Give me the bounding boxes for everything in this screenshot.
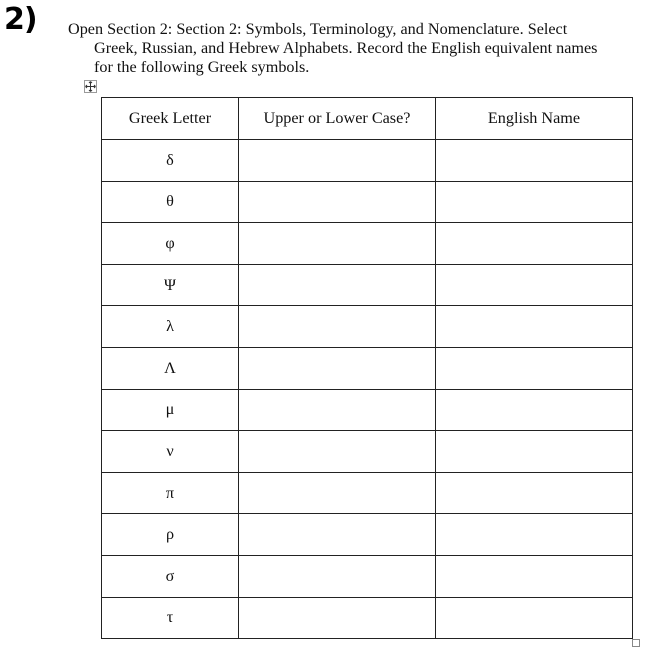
instructions-line-2: Greek, Russian, and Hebrew Alphabets. Re… bbox=[94, 39, 598, 57]
table-row: λ bbox=[101, 305, 633, 348]
case-answer-cell[interactable] bbox=[238, 305, 436, 348]
greek-letter-cell: τ bbox=[101, 596, 239, 640]
case-answer-cell[interactable] bbox=[238, 513, 436, 556]
greek-letter-cell: π bbox=[101, 471, 239, 515]
english-name-answer-cell[interactable] bbox=[435, 388, 633, 432]
english-name-answer-cell[interactable] bbox=[435, 139, 633, 182]
case-answer-cell[interactable] bbox=[238, 554, 436, 598]
greek-letter-cell: δ bbox=[101, 139, 239, 182]
english-name-answer-cell[interactable] bbox=[435, 554, 633, 598]
case-answer-cell[interactable] bbox=[238, 596, 436, 640]
english-name-answer-cell[interactable] bbox=[435, 305, 633, 348]
english-name-answer-cell[interactable] bbox=[435, 471, 633, 515]
greek-letter-cell: θ bbox=[101, 180, 239, 224]
greek-letter-cell: φ bbox=[101, 222, 239, 265]
table-row: Λ bbox=[101, 346, 633, 390]
header-upper-or-lower-case: Upper or Lower Case? bbox=[238, 97, 436, 140]
greek-letter-cell: λ bbox=[101, 305, 239, 348]
instructions-paragraph: Open Section 2: Section 2: Symbols, Term… bbox=[68, 20, 643, 77]
greek-letter-cell: μ bbox=[101, 388, 239, 432]
table-row: Ψ bbox=[101, 263, 633, 307]
english-name-answer-cell[interactable] bbox=[435, 596, 633, 640]
instructions-line-3: for the following Greek symbols. bbox=[94, 58, 310, 76]
case-answer-cell[interactable] bbox=[238, 471, 436, 515]
greek-letter-cell: σ bbox=[101, 554, 239, 598]
english-name-answer-cell[interactable] bbox=[435, 430, 633, 473]
english-name-answer-cell[interactable] bbox=[435, 222, 633, 265]
move-arrows-icon bbox=[85, 81, 96, 92]
header-greek-letter: Greek Letter bbox=[101, 97, 239, 140]
table-row: ρ bbox=[101, 513, 633, 556]
table-header-row: Greek Letter Upper or Lower Case? Englis… bbox=[101, 97, 633, 140]
table-row: θ bbox=[101, 180, 633, 224]
table-row: τ bbox=[101, 596, 633, 640]
table-row: ν bbox=[101, 430, 633, 473]
case-answer-cell[interactable] bbox=[238, 388, 436, 432]
case-answer-cell[interactable] bbox=[238, 139, 436, 182]
header-english-name: English Name bbox=[435, 97, 633, 140]
case-answer-cell[interactable] bbox=[238, 346, 436, 390]
english-name-answer-cell[interactable] bbox=[435, 180, 633, 224]
case-answer-cell[interactable] bbox=[238, 222, 436, 265]
case-answer-cell[interactable] bbox=[238, 263, 436, 307]
table-row: φ bbox=[101, 222, 633, 265]
greek-letter-cell: ν bbox=[101, 430, 239, 473]
greek-letter-cell: Λ bbox=[101, 346, 239, 390]
table-row: σ bbox=[101, 554, 633, 598]
case-answer-cell[interactable] bbox=[238, 180, 436, 224]
instructions-line-1: Open Section 2: Section 2: Symbols, Term… bbox=[68, 20, 568, 38]
table-move-handle[interactable] bbox=[84, 80, 97, 93]
greek-letter-cell: ρ bbox=[101, 513, 239, 556]
case-answer-cell[interactable] bbox=[238, 430, 436, 473]
table-row: π bbox=[101, 471, 633, 515]
question-number: 2) bbox=[4, 2, 38, 37]
english-name-answer-cell[interactable] bbox=[435, 513, 633, 556]
greek-letter-cell: Ψ bbox=[101, 263, 239, 307]
table-resize-handle[interactable] bbox=[632, 639, 640, 647]
english-name-answer-cell[interactable] bbox=[435, 346, 633, 390]
greek-letters-table: Greek Letter Upper or Lower Case? Englis… bbox=[101, 97, 633, 640]
english-name-answer-cell[interactable] bbox=[435, 263, 633, 307]
table-row: δ bbox=[101, 139, 633, 182]
table-row: μ bbox=[101, 388, 633, 432]
